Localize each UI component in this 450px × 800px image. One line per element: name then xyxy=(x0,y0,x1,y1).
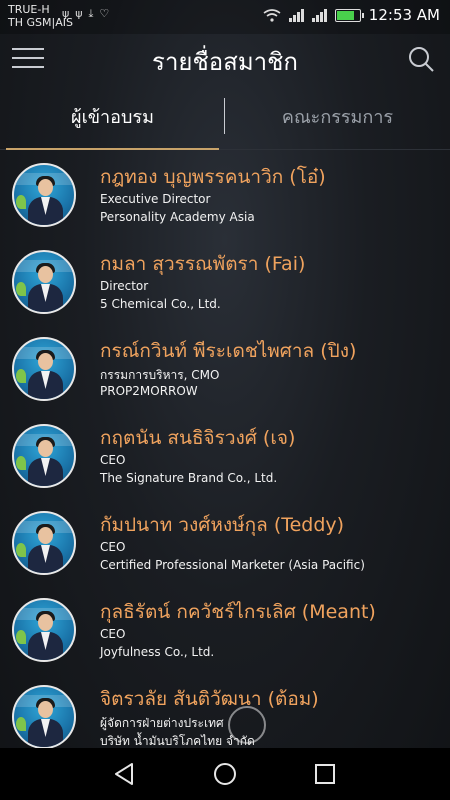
usb-icon: ψ xyxy=(75,7,83,20)
member-company: PROP2MORROW xyxy=(100,384,198,398)
notification-icons: ψ ψ ⤓ ♡ xyxy=(62,7,109,21)
avatar xyxy=(12,598,76,662)
app-screen: TRUE-H TH GSM|AIS ψ ψ ⤓ ♡ 12:53 AM รายชื… xyxy=(0,0,450,800)
list-item[interactable]: กรณ์กวินท์ พีระเดชไพศาล (ปิง) กรรมการบริ… xyxy=(0,325,450,412)
recents-square-icon[interactable] xyxy=(309,758,341,790)
search-icon[interactable] xyxy=(406,44,436,74)
status-time: 12:53 AM xyxy=(368,6,440,24)
member-name: กรณ์กวินท์ พีระเดชไพศาล (ปิง) xyxy=(100,340,357,362)
member-company: Certified Professional Marketer (Asia Pa… xyxy=(100,558,365,572)
member-position: CEO xyxy=(100,627,126,641)
avatar xyxy=(12,337,76,401)
member-name: กฎทอง บุญพรรคนาวิก (โอ๋) xyxy=(100,166,326,188)
member-position: CEO xyxy=(100,540,126,554)
member-name: จิตรวลัย สันติวัฒนา (ต้อม) xyxy=(100,688,319,710)
member-position: Director xyxy=(100,279,149,293)
member-name: กัมปนาท วงศ์หงษ์กุล (Teddy) xyxy=(100,514,345,536)
home-circle-icon[interactable] xyxy=(209,758,241,790)
member-company: 5 Chemical Co., Ltd. xyxy=(100,297,221,311)
list-item[interactable]: กัมปนาท วงศ์หงษ์กุล (Teddy) CEO Certifie… xyxy=(0,499,450,586)
battery-icon xyxy=(334,8,364,22)
tab-committee[interactable]: คณะกรรมการ xyxy=(225,90,450,150)
back-triangle-icon[interactable] xyxy=(108,758,140,790)
battery-level xyxy=(336,10,354,20)
list-item[interactable]: กมลา สุวรรณพัตรา (Fai) Director 5 Chemic… xyxy=(0,238,450,325)
touch-indicator xyxy=(228,706,266,744)
member-position: กรรมการบริหาร, CMO xyxy=(100,368,220,382)
list-item[interactable]: จิตรวลัย สันติวัฒนา (ต้อม) ผู้จัดการฝ่าย… xyxy=(0,673,450,748)
signal-icon xyxy=(288,8,304,22)
member-company: The Signature Brand Co., Ltd. xyxy=(100,471,278,485)
member-list: กฎทอง บุญพรรคนาวิก (โอ๋) Executive Direc… xyxy=(0,151,450,748)
list-item[interactable]: กฤตนัน สนธิจิรวงศ์ (เจ) CEO The Signatur… xyxy=(0,412,450,499)
list-item[interactable]: กฎทอง บุญพรรคนาวิก (โอ๋) Executive Direc… xyxy=(0,151,450,238)
wifi-icon xyxy=(263,8,281,22)
app-header: รายชื่อสมาชิก xyxy=(0,34,450,86)
member-company: Personality Academy Asia xyxy=(100,210,255,224)
page-title: รายชื่อสมาชิก xyxy=(152,48,298,76)
active-tab-indicator xyxy=(6,148,219,150)
avatar xyxy=(12,511,76,575)
heart-check-icon: ♡ xyxy=(99,7,110,20)
tab-trainees[interactable]: ผู้เข้าอบรม xyxy=(0,90,225,150)
member-position: CEO xyxy=(100,453,126,467)
member-position: ผู้จัดการฝ่ายต่างประเทศ xyxy=(100,716,224,730)
avatar xyxy=(12,250,76,314)
status-bar: TRUE-H TH GSM|AIS ψ ψ ⤓ ♡ 12:53 AM xyxy=(0,0,450,34)
member-name: กฤตนัน สนธิจิรวงศ์ (เจ) xyxy=(100,427,296,449)
download-icon: ⤓ xyxy=(88,7,94,20)
member-name: กมลา สุวรรณพัตรา (Fai) xyxy=(100,253,306,275)
avatar xyxy=(12,163,76,227)
member-name: กุลธิรัตน์ กควัชร์ไกรเลิศ (Meant) xyxy=(100,601,376,623)
member-company: Joyfulness Co., Ltd. xyxy=(100,645,215,659)
tab-bar: ผู้เข้าอบรม คณะกรรมการ xyxy=(0,90,450,150)
avatar xyxy=(12,424,76,488)
member-position: Executive Director xyxy=(100,192,211,206)
system-nav-bar xyxy=(0,748,450,800)
list-item[interactable]: กุลธิรัตน์ กควัชร์ไกรเลิศ (Meant) CEO Jo… xyxy=(0,586,450,673)
avatar xyxy=(12,685,76,748)
status-right: 12:53 AM xyxy=(263,6,440,24)
signal-icon xyxy=(311,8,327,22)
usb-icon: ψ xyxy=(62,7,70,20)
